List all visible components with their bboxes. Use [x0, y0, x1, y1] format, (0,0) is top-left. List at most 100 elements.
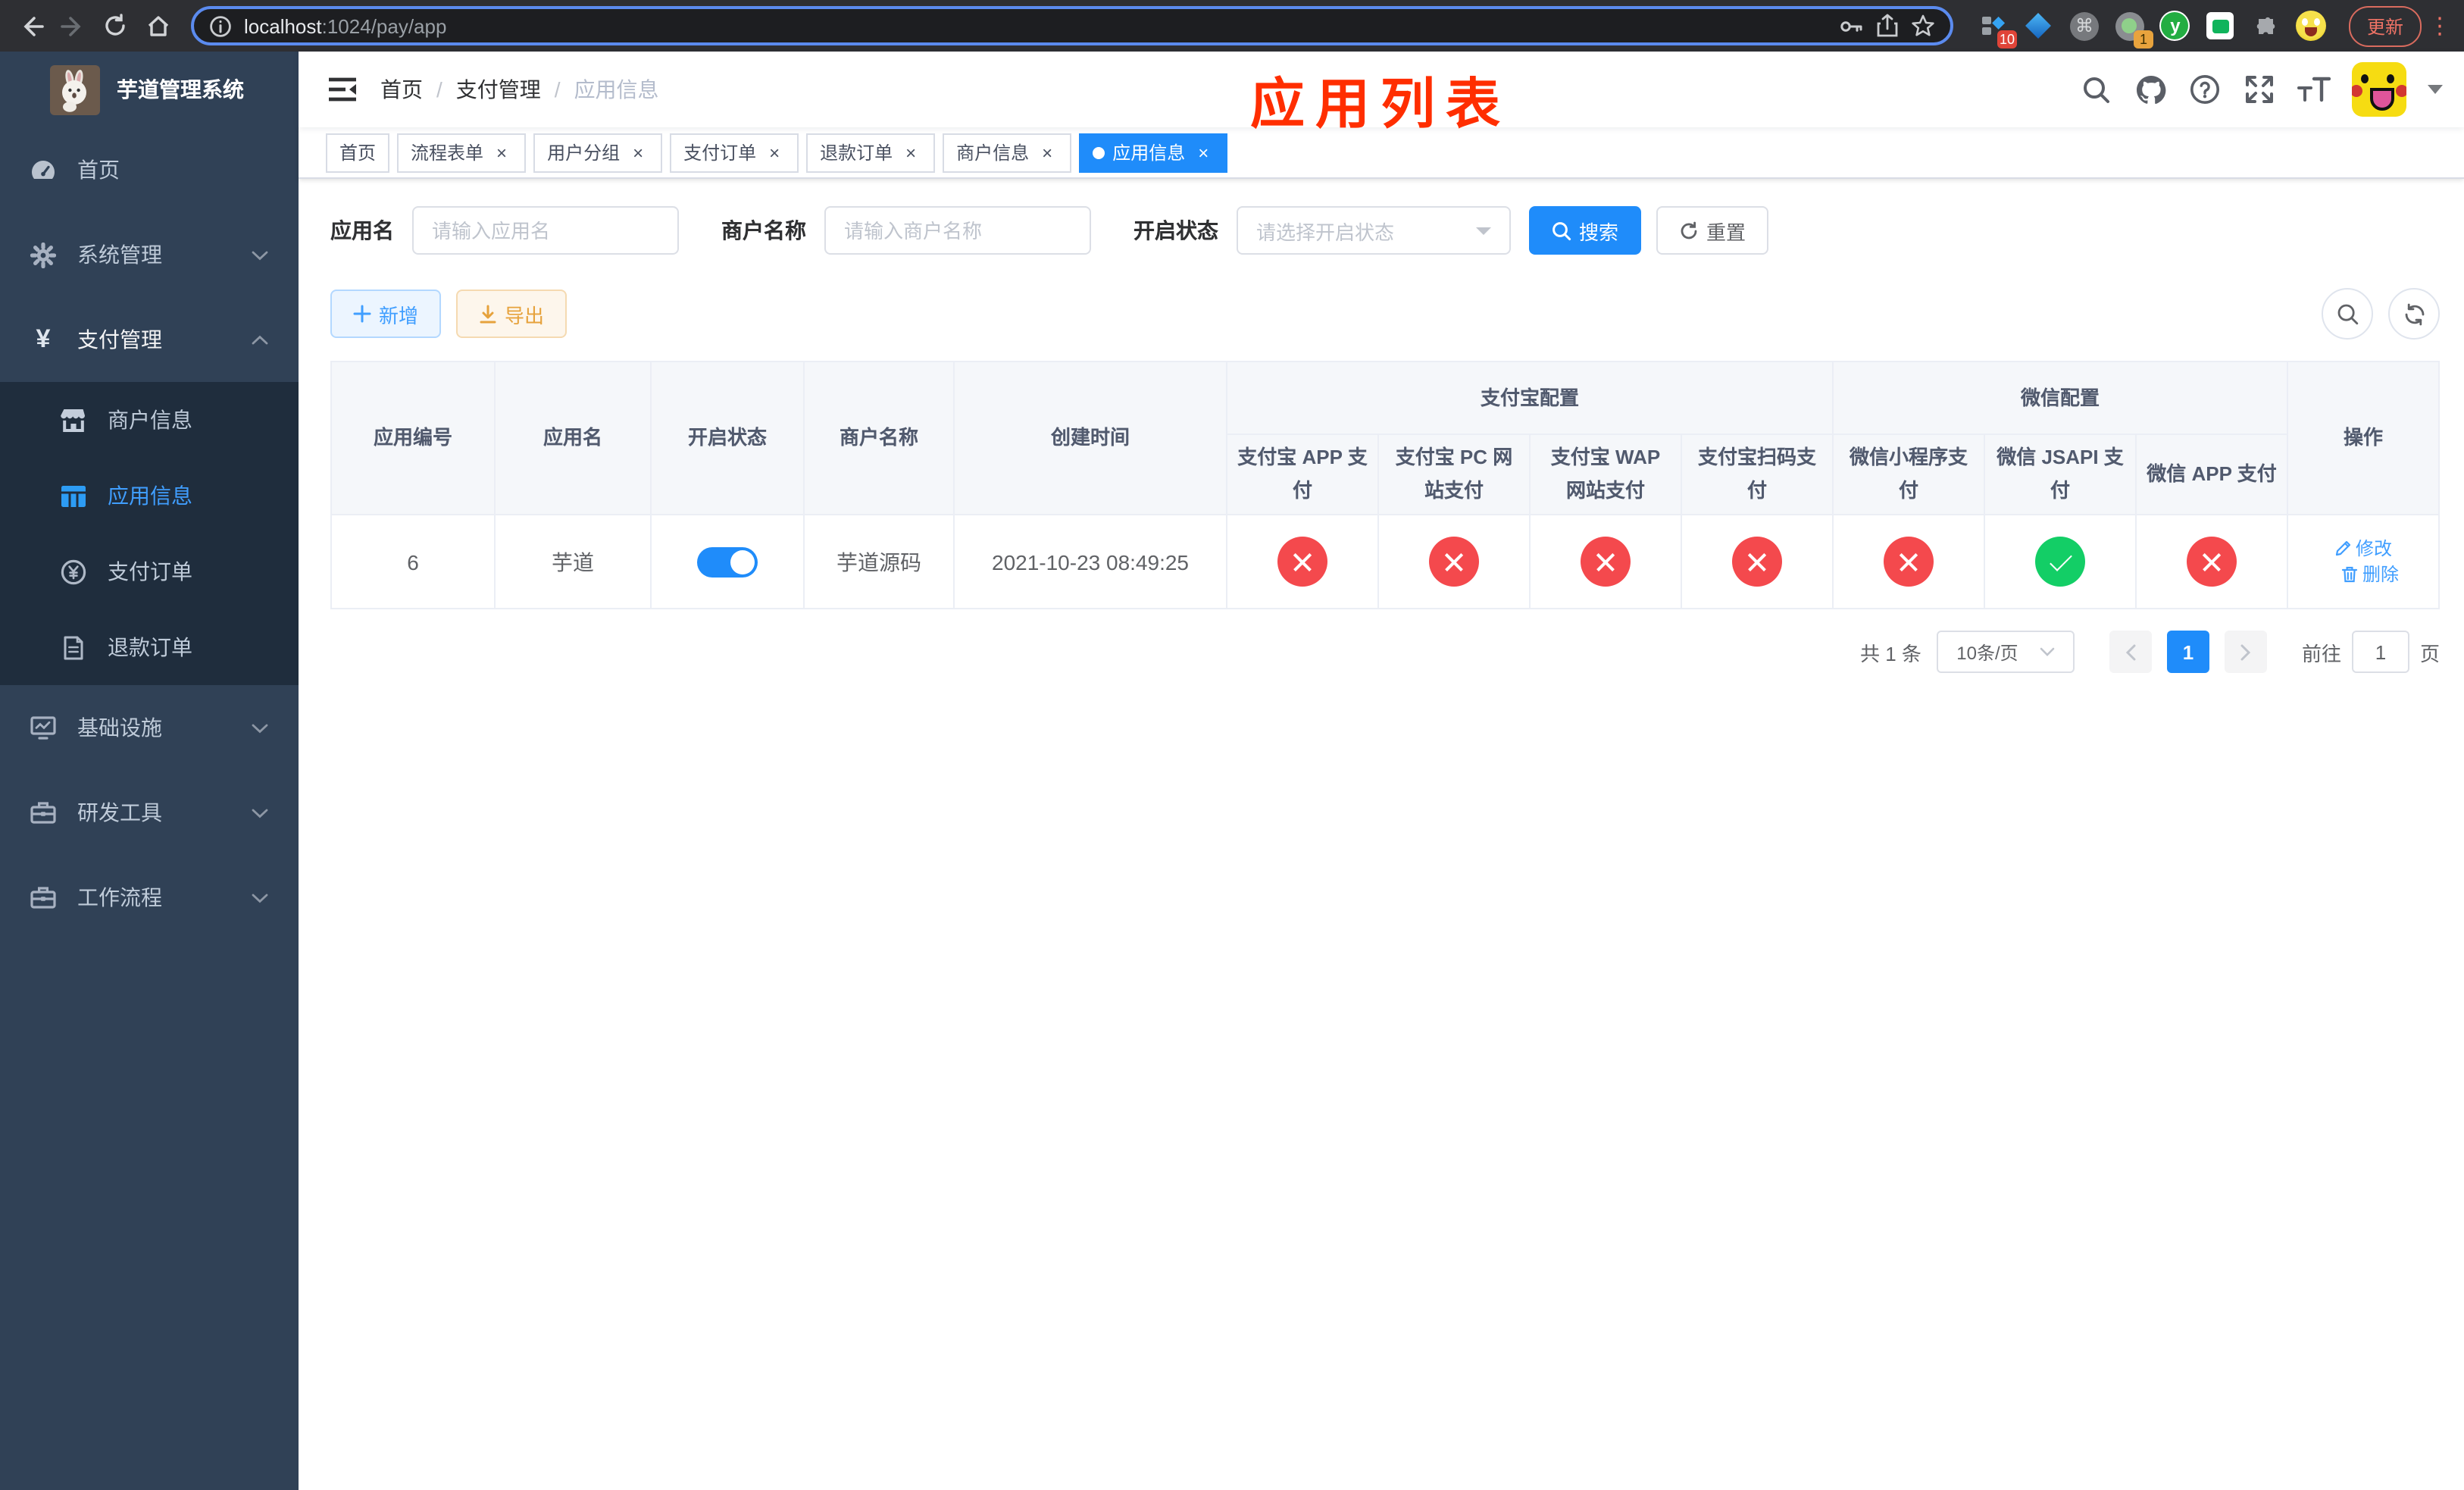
app-name-input[interactable]	[432, 219, 659, 242]
pagination: 共 1 条 10条/页 1 前往 页	[330, 631, 2440, 673]
sidebar-item-label: 应用信息	[108, 484, 192, 508]
sidebar-item-payment[interactable]: ¥ 支付管理	[0, 297, 299, 382]
merchant-name-input[interactable]	[844, 219, 1071, 242]
sidebar-item-pay-order[interactable]: 支付订单	[0, 534, 299, 609]
tab-home[interactable]: 首页	[326, 133, 390, 172]
close-icon[interactable]	[627, 142, 649, 163]
chevron-down-icon	[252, 722, 268, 733]
forward-icon[interactable]	[55, 8, 91, 44]
cell-operation: 修改 删除	[2287, 514, 2440, 609]
help-icon[interactable]	[2188, 73, 2222, 106]
add-button[interactable]: 新增	[330, 290, 442, 338]
edit-link[interactable]: 修改	[2334, 536, 2392, 562]
next-page-button[interactable]	[2224, 631, 2267, 673]
home-icon[interactable]	[139, 8, 176, 44]
goto-page-input[interactable]	[2351, 631, 2409, 673]
status-toggle[interactable]	[697, 546, 758, 577]
address-bar[interactable]: localhost:1024/pay/app	[191, 6, 1953, 45]
font-size-icon[interactable]	[2297, 73, 2331, 106]
yen-icon: ¥	[36, 324, 51, 353]
browser-profile-avatar[interactable]	[2296, 10, 2328, 42]
sidebar-item-workflow[interactable]: 工作流程	[0, 855, 299, 940]
col-header-alipay-pc: 支付宝 PC 网站支付	[1377, 434, 1531, 515]
channel-status-icon	[1429, 537, 1479, 587]
search-button[interactable]: 搜索	[1529, 206, 1642, 255]
channel-status-icon	[1732, 537, 1782, 587]
table-row: 6 芋道 芋道源码 2021-10-23 08:49:25 修改 删除	[330, 514, 2440, 609]
back-icon[interactable]	[12, 8, 48, 44]
collapse-sidebar-icon[interactable]	[326, 73, 359, 106]
avatar-caret-icon[interactable]	[2428, 85, 2443, 94]
toggle-search-button[interactable]	[2322, 288, 2373, 340]
col-header-wechat-app: 微信 APP 支付	[2135, 434, 2289, 515]
export-button[interactable]: 导出	[456, 290, 568, 338]
extension-chat-icon[interactable]	[2205, 10, 2237, 42]
browser-menu-icon[interactable]: ⋮	[2428, 12, 2452, 39]
refresh-table-button[interactable]	[2388, 288, 2440, 340]
browser-update-button[interactable]: 更新	[2348, 5, 2422, 46]
sidebar-item-refund-order[interactable]: 退款订单	[0, 609, 299, 685]
close-icon[interactable]	[900, 142, 921, 163]
delete-link[interactable]: 删除	[2341, 562, 2399, 587]
sidebar-item-home[interactable]: 首页	[0, 127, 299, 212]
page-number-button[interactable]: 1	[2166, 631, 2209, 673]
page-size-select[interactable]: 10条/页	[1936, 631, 2075, 673]
url-path: :1024/pay/app	[321, 14, 447, 37]
field-label: 商户名称	[721, 218, 806, 243]
password-key-icon[interactable]	[1838, 13, 1864, 39]
prev-page-button[interactable]	[2109, 631, 2152, 673]
payment-submenu: 商户信息 应用信息 支付订单 退款订单	[0, 382, 299, 685]
share-icon[interactable]	[1876, 14, 1899, 38]
extension-y-icon[interactable]: y	[2159, 10, 2191, 42]
tab-user-group[interactable]: 用户分组	[533, 133, 663, 172]
col-header-alipay-wap: 支付宝 WAP 网站支付	[1529, 434, 1682, 515]
app-name-input-wrap	[412, 206, 679, 255]
close-icon[interactable]	[491, 142, 512, 163]
pagination-total: 共 1 条	[1860, 642, 1921, 665]
sidebar-item-merchant-info[interactable]: 商户信息	[0, 382, 299, 458]
reset-button[interactable]: 重置	[1656, 206, 1769, 255]
github-icon[interactable]	[2134, 73, 2167, 106]
extensions-area: 10 ⌘ 1 y	[1978, 10, 2328, 48]
close-icon[interactable]	[1037, 142, 1058, 163]
search-button-label: 搜索	[1579, 221, 1619, 243]
col-header-wechat-mini: 微信小程序支付	[1832, 434, 1986, 515]
status-select[interactable]: 请选择开启状态	[1237, 206, 1511, 255]
extension-kite-icon[interactable]	[2023, 10, 2055, 42]
tab-merchant-info[interactable]: 商户信息	[943, 133, 1072, 172]
bookmark-star-icon[interactable]	[1911, 14, 1935, 38]
extension-record-icon[interactable]: 1	[2114, 10, 2153, 48]
breadcrumb-payment[interactable]: 支付管理	[456, 74, 541, 105]
add-button-label: 新增	[379, 304, 419, 327]
user-avatar[interactable]	[2352, 62, 2406, 117]
close-icon[interactable]	[764, 142, 785, 163]
site-info-icon[interactable]	[209, 14, 232, 37]
search-icon[interactable]	[2079, 73, 2112, 106]
sidebar-item-system[interactable]: 系统管理	[0, 212, 299, 297]
search-form: 应用名 商户名称 开启状态 请选择开启状态 搜索	[330, 206, 2440, 255]
sidebar-item-infrastructure[interactable]: 基础设施	[0, 685, 299, 770]
sidebar-item-app-info[interactable]: 应用信息	[0, 458, 299, 534]
tab-pay-order[interactable]: 支付订单	[670, 133, 799, 172]
toolbox-icon	[30, 800, 56, 825]
tab-refund-order[interactable]: 退款订单	[806, 133, 936, 172]
extensions-puzzle-icon[interactable]	[2250, 10, 2282, 42]
breadcrumb-home[interactable]: 首页	[380, 74, 423, 105]
extension-command-icon[interactable]: ⌘	[2068, 10, 2100, 42]
fullscreen-icon[interactable]	[2243, 73, 2276, 106]
delete-link-label: 删除	[2362, 564, 2400, 586]
sidebar-item-label: 研发工具	[77, 800, 162, 825]
refresh-icon[interactable]	[97, 8, 133, 44]
sidebar-item-dev-tools[interactable]: 研发工具	[0, 770, 299, 855]
navbar-actions	[2079, 62, 2443, 117]
page-annotation-title: 应用列表	[1250, 73, 1512, 135]
app-title: 芋道管理系统	[117, 77, 244, 102]
close-icon[interactable]	[1193, 142, 1214, 163]
tab-app-info[interactable]: 应用信息	[1079, 133, 1228, 172]
sidebar-logo[interactable]: 芋道管理系统	[0, 52, 299, 127]
tab-process-form[interactable]: 流程表单	[397, 133, 527, 172]
extension-blocks-icon[interactable]: 10	[1978, 10, 2017, 48]
app-table: 应用编号 应用名 开启状态 商户名称 创建时间 支付宝配置 微信配置 操作 支付…	[330, 361, 2440, 609]
edit-link-label: 修改	[2356, 538, 2393, 560]
cell-status	[650, 514, 805, 609]
